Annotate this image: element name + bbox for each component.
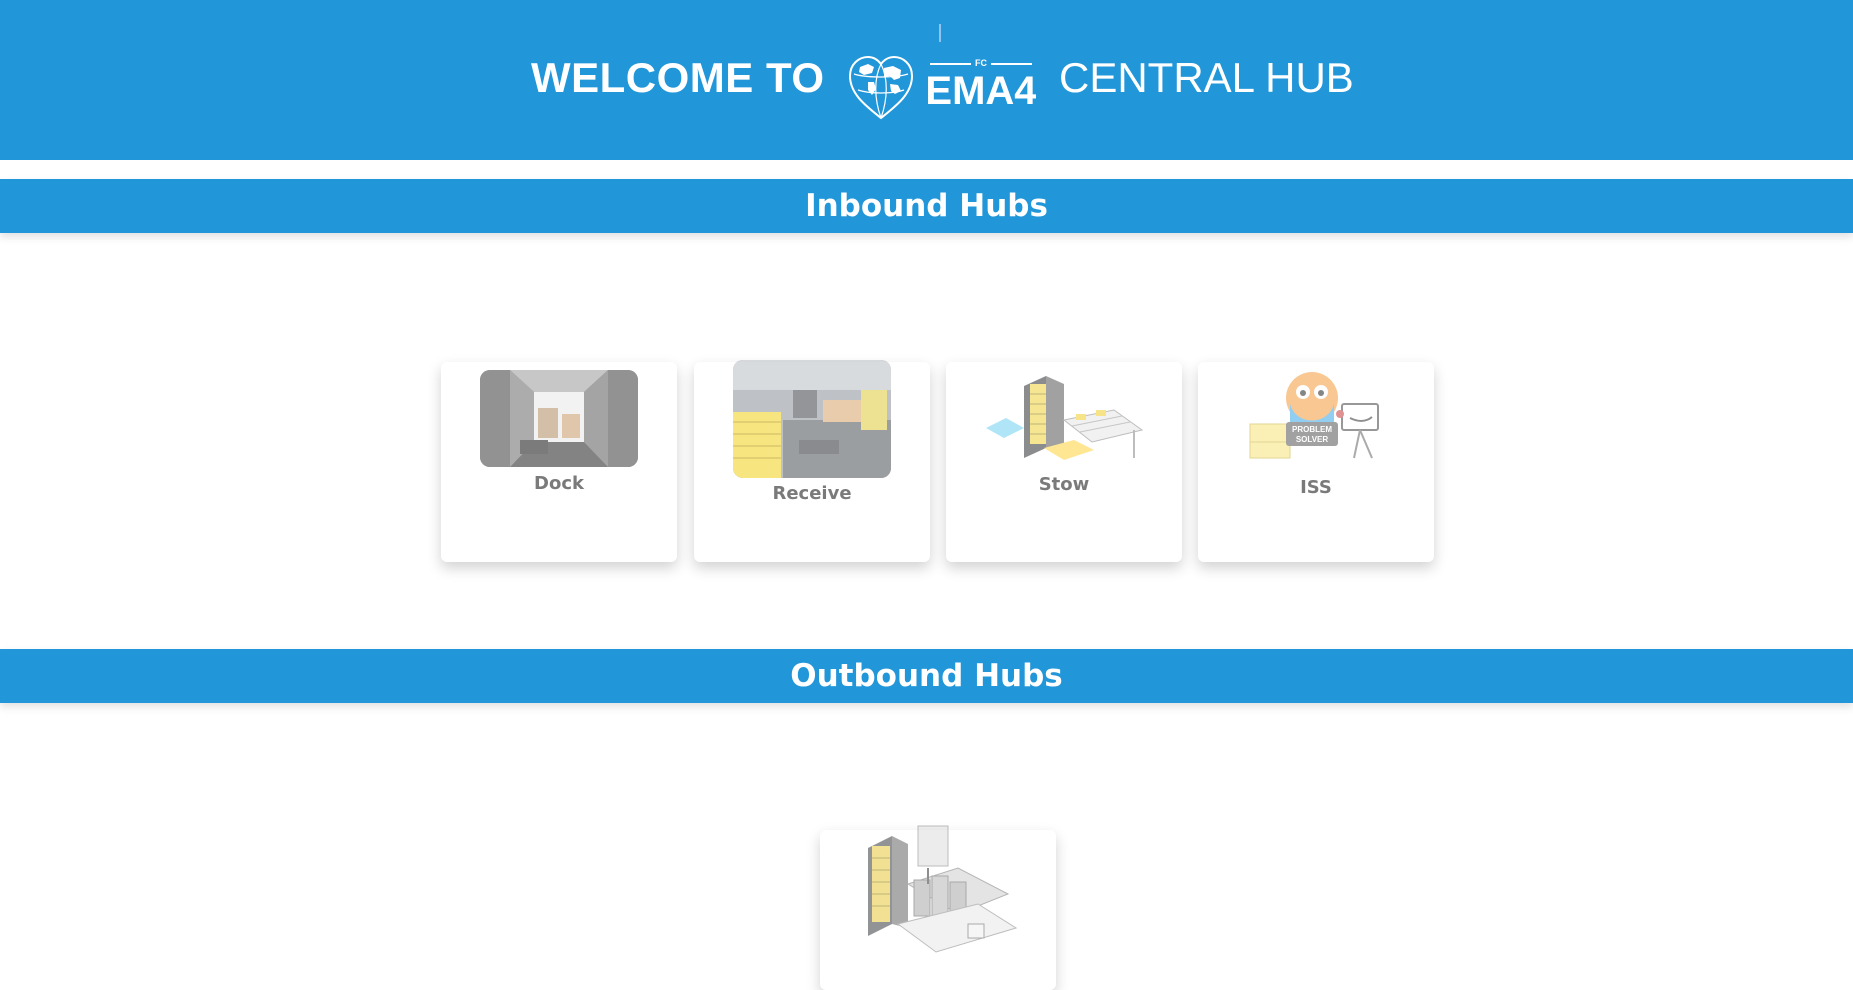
text-cursor bbox=[939, 24, 941, 42]
hub-card-receive[interactable]: Receive bbox=[694, 360, 930, 562]
hub-card-label: Stow bbox=[1038, 474, 1090, 495]
svg-text:PROBLEM: PROBLEM bbox=[1292, 425, 1332, 434]
ema4-logo[interactable]: FC EMA4 bbox=[846, 52, 1036, 122]
outbound-hubs-banner: Outbound Hubs bbox=[0, 649, 1853, 703]
stow-station-image bbox=[984, 370, 1144, 466]
receive-station-image bbox=[733, 360, 891, 478]
outbound-hubs-title: Outbound Hubs bbox=[790, 658, 1063, 694]
site-header: WELCOME TO FC EMA4 CENTRAL HUB bbox=[0, 0, 1853, 160]
hub-card-outbound[interactable] bbox=[820, 825, 1056, 990]
hub-card-label: Dock bbox=[534, 473, 584, 494]
hub-card-iss[interactable]: PROBLEM SOLVER ISS bbox=[1198, 362, 1434, 562]
problem-solver-image: PROBLEM SOLVER bbox=[1246, 370, 1386, 464]
welcome-heading: WELCOME TO bbox=[531, 54, 825, 101]
inbound-hubs-title: Inbound Hubs bbox=[805, 188, 1048, 224]
hub-card-label: Receive bbox=[772, 483, 852, 504]
svg-text:SOLVER: SOLVER bbox=[1296, 435, 1329, 444]
logo-text: EMA4 bbox=[925, 69, 1036, 113]
hub-card-stow[interactable]: Stow bbox=[946, 362, 1182, 562]
hub-card-label: ISS bbox=[1300, 477, 1332, 498]
hub-card-dock[interactable]: Dock bbox=[441, 362, 677, 562]
globe-heart-icon bbox=[848, 55, 914, 120]
logo-superscript: FC bbox=[975, 58, 987, 68]
pick-station-image bbox=[858, 824, 1018, 958]
central-hub-heading: CENTRAL HUB bbox=[1059, 54, 1354, 101]
inbound-hubs-banner: Inbound Hubs bbox=[0, 179, 1853, 233]
dock-truck-image bbox=[480, 370, 638, 467]
